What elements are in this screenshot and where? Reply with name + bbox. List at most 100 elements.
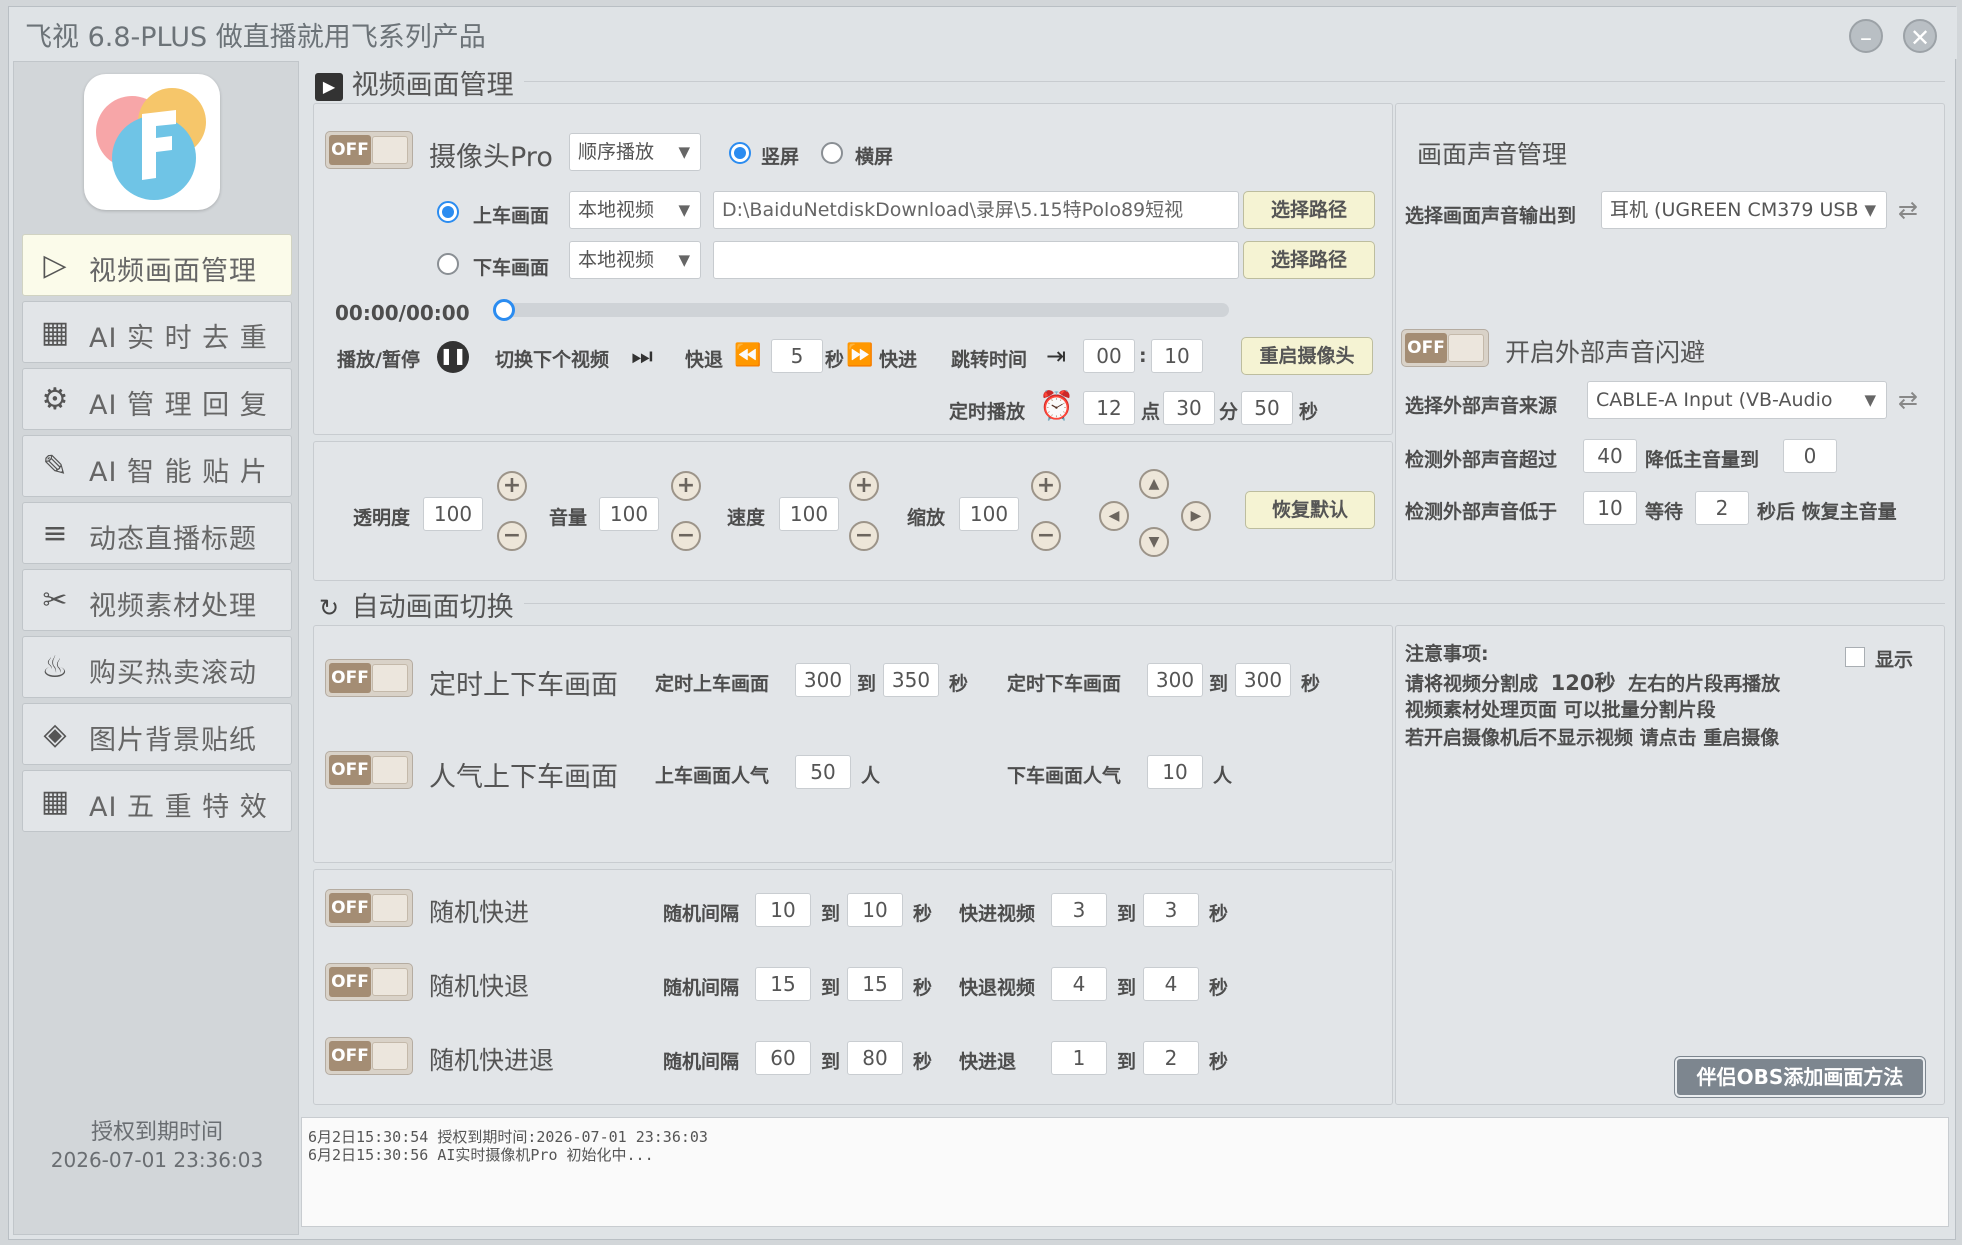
audio-source-select[interactable]: CABLE-A Input (VB-Audio ▼ — [1587, 381, 1887, 419]
zoom-input[interactable]: 100 — [959, 497, 1019, 531]
timed-switch-toggle[interactable]: OFF — [325, 659, 413, 697]
restart-camera-button[interactable]: 重启摄像头 — [1241, 337, 1373, 375]
sidebar-item-video-manage[interactable]: ▷ 视频画面管理 — [22, 234, 292, 296]
audio-output-select[interactable]: 耳机 (UGREEN CM379 USB ▼ — [1601, 191, 1887, 229]
zoom-label: 缩放 — [907, 507, 946, 529]
lower-to-input[interactable]: 0 — [1783, 439, 1837, 473]
popularity-switch-label: 人气上下车画面 — [429, 762, 618, 793]
jump-min-input[interactable]: 00 — [1083, 339, 1135, 373]
source2-select[interactable]: 本地视频 ▼ — [569, 241, 701, 279]
ff-from-input[interactable]: 3 — [1051, 893, 1107, 927]
refresh-icon[interactable]: ⇄ — [1893, 385, 1923, 415]
close-button[interactable]: ✕ — [1903, 19, 1937, 53]
ducking-toggle[interactable]: OFF — [1401, 329, 1489, 367]
popularity-switch-toggle[interactable]: OFF — [325, 751, 413, 789]
jump-sec-input[interactable]: 10 — [1151, 339, 1203, 373]
sidebar-item-ai-reply[interactable]: ⚙ AI 管 理 回 复 — [22, 368, 292, 430]
rw-to-input[interactable]: 4 — [1143, 967, 1199, 1001]
opacity-minus-button[interactable]: − — [497, 521, 527, 551]
timed-on-from-input[interactable]: 300 — [795, 663, 851, 697]
jump-icon[interactable]: ⇥ — [1041, 341, 1071, 371]
ffrw-from-input[interactable]: 1 — [1051, 1041, 1107, 1075]
sidebar-item-video-material[interactable]: ✂ 视频素材处理 — [22, 569, 292, 631]
sidebar-item-ai-sticker[interactable]: ✎ AI 智 能 贴 片 — [22, 435, 292, 497]
choose-path2-button[interactable]: 选择路径 — [1243, 241, 1375, 279]
timed-on-to-input[interactable]: 350 — [883, 663, 939, 697]
random-ffrw-toggle[interactable]: OFF — [325, 1037, 413, 1075]
volume-minus-button[interactable]: − — [671, 521, 701, 551]
detect-below-input[interactable]: 10 — [1583, 491, 1637, 525]
move-right-icon[interactable]: ▶ — [1181, 501, 1211, 531]
on-screen-radio[interactable] — [437, 201, 459, 223]
pause-icon[interactable]: ❚❚ — [437, 341, 469, 373]
path2-input[interactable] — [713, 241, 1239, 279]
pop-off-input[interactable]: 10 — [1147, 755, 1203, 789]
sidebar-item-ai-dedupe[interactable]: ▦ AI 实 时 去 重 — [22, 301, 292, 363]
progress-track[interactable] — [503, 303, 1229, 317]
move-up-icon[interactable]: ▲ — [1139, 469, 1169, 499]
sidebar-item-live-title[interactable]: ≡ 动态直播标题 — [22, 502, 292, 564]
camera-label: 摄像头Pro — [429, 142, 553, 173]
timed-sec-input[interactable]: 50 — [1241, 391, 1293, 425]
to-label: 到 — [821, 903, 841, 925]
toggle-off-label: OFF — [329, 663, 371, 693]
user-gear-icon: ⚙ — [41, 382, 69, 417]
opacity-plus-button[interactable]: + — [497, 471, 527, 501]
timed-off-to-input[interactable]: 300 — [1235, 663, 1291, 697]
skip-next-icon[interactable]: ⏭ — [627, 341, 657, 371]
timed-min-input[interactable]: 30 — [1163, 391, 1215, 425]
zoom-plus-button[interactable]: + — [1031, 471, 1061, 501]
refresh-icon[interactable]: ⇄ — [1893, 195, 1923, 225]
wait-input[interactable]: 2 — [1695, 491, 1749, 525]
rw-from-input[interactable]: 4 — [1051, 967, 1107, 1001]
ff-to-input[interactable]: 3 — [1143, 893, 1199, 927]
choose-path1-button[interactable]: 选择路径 — [1243, 191, 1375, 229]
obs-guide-button[interactable]: 伴侣OBS添加画面方法 — [1675, 1057, 1925, 1097]
ff-interval-from-input[interactable]: 10 — [755, 893, 811, 927]
show-checkbox[interactable] — [1845, 647, 1865, 667]
move-left-icon[interactable]: ◀ — [1099, 501, 1129, 531]
chevron-down-icon: ▼ — [678, 143, 690, 161]
fast-forward-icon[interactable]: ⏩ — [845, 341, 875, 371]
camera-toggle[interactable]: OFF — [325, 131, 413, 169]
speed-minus-button[interactable]: − — [849, 521, 879, 551]
ffrw-interval-to-input[interactable]: 80 — [847, 1041, 903, 1075]
random-ff-toggle[interactable]: OFF — [325, 889, 413, 927]
volume-input[interactable]: 100 — [599, 497, 659, 531]
off-screen-radio[interactable] — [437, 253, 459, 275]
ffrw-to-input[interactable]: 2 — [1143, 1041, 1199, 1075]
play-mode-select[interactable]: 顺序播放 ▼ — [569, 133, 701, 171]
landscape-radio[interactable] — [821, 142, 843, 164]
pop-on-input[interactable]: 50 — [795, 755, 851, 789]
sidebar-item-hot-scroll[interactable]: ♨ 购买热卖滚动 — [22, 636, 292, 698]
volume-plus-button[interactable]: + — [671, 471, 701, 501]
speed-input[interactable]: 100 — [779, 497, 839, 531]
move-down-icon[interactable]: ▼ — [1139, 527, 1169, 557]
audio-source-label: 选择外部声音来源 — [1405, 395, 1558, 417]
path1-input[interactable]: D:\BaiduNetdiskDownload\录屏\5.15特Polo89短视 — [713, 191, 1239, 229]
speed-plus-button[interactable]: + — [849, 471, 879, 501]
source1-select[interactable]: 本地视频 ▼ — [569, 191, 701, 229]
minimize-button[interactable]: – — [1849, 19, 1883, 53]
sec-unit: 秒 — [1209, 977, 1229, 999]
section-rule — [315, 603, 1945, 604]
ffrw-interval-from-input[interactable]: 60 — [755, 1041, 811, 1075]
progress-handle[interactable] — [493, 299, 515, 321]
rw-interval-from-input[interactable]: 15 — [755, 967, 811, 1001]
detect-over-input[interactable]: 40 — [1583, 439, 1637, 473]
next-video-label: 切换下个视频 — [495, 349, 610, 371]
sidebar: ▷ 视频画面管理 ▦ AI 实 时 去 重 ⚙ AI 管 理 回 复 ✎ AI … — [13, 61, 299, 1235]
sidebar-item-ai-effects[interactable]: ▦ AI 五 重 特 效 — [22, 770, 292, 832]
reset-default-button[interactable]: 恢复默认 — [1245, 491, 1375, 529]
rw-interval-to-input[interactable]: 15 — [847, 967, 903, 1001]
opacity-input[interactable]: 100 — [423, 497, 483, 531]
timed-off-from-input[interactable]: 300 — [1147, 663, 1203, 697]
seek-seconds-input[interactable]: 5 — [771, 339, 823, 373]
zoom-minus-button[interactable]: − — [1031, 521, 1061, 551]
timed-hour-input[interactable]: 12 — [1083, 391, 1135, 425]
random-rw-toggle[interactable]: OFF — [325, 963, 413, 1001]
ff-interval-to-input[interactable]: 10 — [847, 893, 903, 927]
sidebar-item-bg-sticker[interactable]: ◈ 图片背景贴纸 — [22, 703, 292, 765]
rewind-icon[interactable]: ⏪ — [733, 341, 763, 371]
portrait-radio[interactable] — [729, 142, 751, 164]
